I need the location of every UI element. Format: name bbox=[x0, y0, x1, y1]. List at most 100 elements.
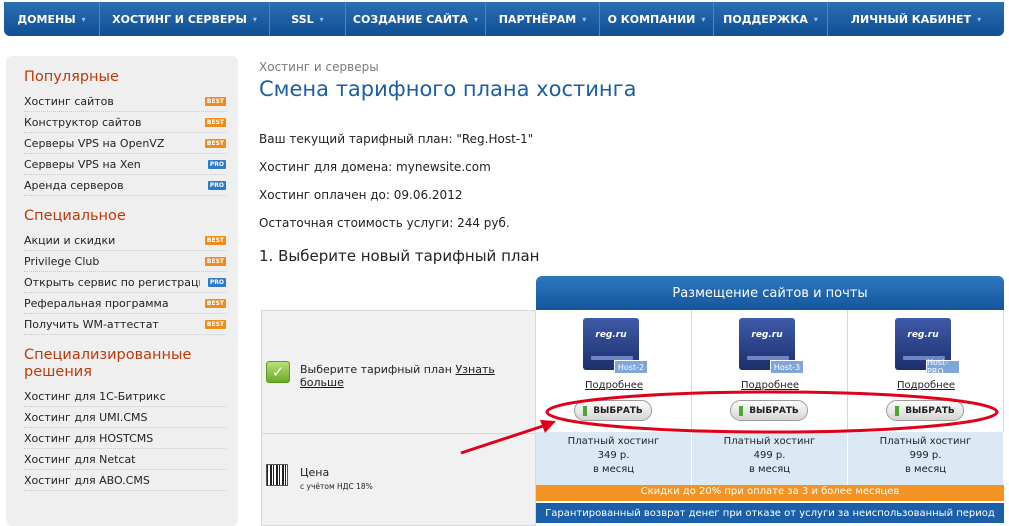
plan-kind: Платный хостинг bbox=[879, 436, 972, 447]
sidebar-item-label: Хостинг для ABO.CMS bbox=[24, 473, 150, 487]
sidebar-item-label: Акции и скидки bbox=[24, 233, 116, 247]
sidebar-item[interactable]: Хостинг для ABO.CMS bbox=[24, 470, 226, 491]
plan-column: reg.ru Host-2 Подробнее ВЫБРАТЬ bbox=[536, 310, 692, 432]
chevron-down-icon: ▾ bbox=[813, 14, 818, 24]
plans-header: Размещение сайтов и почты bbox=[536, 276, 1004, 310]
nav-item-7[interactable]: ЛИЧНЫЙ КАБИНЕТ ▾ bbox=[828, 2, 1004, 36]
nav-item-label: ПОДДЕРЖКА bbox=[723, 12, 808, 26]
indicator-icon bbox=[739, 405, 744, 416]
select-plan-button[interactable]: ВЫБРАТЬ bbox=[730, 400, 808, 421]
sidebar-item-label: Серверы VPS на OpenVZ bbox=[24, 136, 165, 150]
indicator-icon bbox=[895, 405, 900, 416]
indicator-icon bbox=[583, 405, 588, 416]
sidebar-item[interactable]: Аренда серверов PRO bbox=[24, 175, 226, 196]
sidebar-item-label: Получить WM-аттестат bbox=[24, 317, 159, 331]
plan-kind: Платный хостинг bbox=[723, 436, 816, 447]
button-label: ВЫБРАТЬ bbox=[593, 405, 643, 416]
choose-plan-label: Выберите тарифный план Узнать больше bbox=[300, 363, 495, 389]
nav-item-label: SSL bbox=[291, 12, 314, 26]
sidebar-item[interactable]: Хостинг для UMI.CMS bbox=[24, 407, 226, 428]
sidebar-item[interactable]: Открыть сервис по регистрации PRO bbox=[24, 272, 226, 293]
sidebar-item-label: Хостинг для 1С-Битрикс bbox=[24, 389, 166, 403]
step-heading: 1. Выберите новый тарифный план bbox=[259, 247, 540, 265]
sidebar-item-label: Privilege Club bbox=[24, 254, 100, 268]
nav-item-6[interactable]: ПОДДЕРЖКА ▾ bbox=[714, 2, 828, 36]
sidebar-item-label: Реферальная программа bbox=[24, 296, 169, 310]
sidebar-item[interactable]: Реферальная программа BEST bbox=[24, 293, 226, 314]
sidebar-item[interactable]: Акции и скидки BEST bbox=[24, 230, 226, 251]
sidebar-item[interactable]: Privilege Club BEST bbox=[24, 251, 226, 272]
plans-label-column: ✓ Выберите тарифный план Узнать больше Ц… bbox=[261, 310, 537, 526]
chevron-down-icon: ▾ bbox=[474, 14, 479, 24]
select-plan-button[interactable]: ВЫБРАТЬ bbox=[886, 400, 964, 421]
checkmark-icon: ✓ bbox=[266, 361, 290, 383]
chevron-down-icon: ▾ bbox=[701, 14, 706, 24]
badge-icon: BEST bbox=[204, 256, 226, 266]
sidebar-group: Специальное Акции и скидки BEST Privilege C… bbox=[24, 208, 226, 335]
plan-details-link[interactable]: Подробнее bbox=[692, 380, 848, 391]
plan-kind: Платный хостинг bbox=[567, 436, 660, 447]
button-label: ВЫБРАТЬ bbox=[905, 405, 955, 416]
sidebar-item-label: Хостинг сайтов bbox=[24, 94, 114, 108]
badge-icon: BEST bbox=[204, 298, 226, 308]
plans-table: Размещение сайтов и почты ✓ Выберите тар… bbox=[261, 276, 1004, 526]
sidebar-item[interactable]: Хостинг для HOSTCMS bbox=[24, 428, 226, 449]
nav-item-5[interactable]: О КОМПАНИИ ▾ bbox=[600, 2, 714, 36]
nav-item-1[interactable]: ХОСТИНГ И СЕРВЕРЫ ▾ bbox=[100, 2, 270, 36]
sidebar-group-title: Специализированные решения bbox=[24, 347, 192, 380]
breadcrumb[interactable]: Хостинг и серверы bbox=[259, 60, 1009, 75]
sidebar: Популярные Хостинг сайтов BEST Конструктор … bbox=[6, 56, 238, 526]
barcode-icon bbox=[266, 464, 288, 486]
plan-period: в месяц bbox=[592, 464, 635, 475]
sidebar-item[interactable]: Хостинг для 1С-Битрикс bbox=[24, 386, 226, 407]
sidebar-item[interactable]: Хостинг для Netcat bbox=[24, 449, 226, 470]
paid-until-text: Хостинг оплачен до: 09.06.2012 bbox=[259, 188, 463, 202]
main-content: Хостинг и серверы Смена тарифного плана … bbox=[259, 60, 1009, 265]
plan-price: 349 р. bbox=[597, 450, 630, 461]
sidebar-item-label: Аренда серверов bbox=[24, 178, 124, 192]
plan-column: reg.ru Host-PRO Подробнее ВЫБРАТЬ bbox=[848, 310, 1004, 432]
nav-item-3[interactable]: СОЗДАНИЕ САЙТА ▾ bbox=[346, 2, 486, 36]
plan-price: 999 р. bbox=[909, 450, 942, 461]
nav-item-label: О КОМПАНИИ bbox=[607, 12, 696, 26]
nav-item-0[interactable]: ДОМЕНЫ ▾ bbox=[4, 2, 100, 36]
sidebar-item-label: Конструктор сайтов bbox=[24, 115, 142, 129]
guarantee-banner: Гарантированный возврат денег при отказе… bbox=[536, 503, 1004, 523]
price-label: Цена bbox=[300, 466, 330, 479]
price-vat-note: с учётом НДС 18% bbox=[300, 482, 373, 491]
badge-icon: PRO bbox=[207, 277, 226, 287]
chevron-down-icon: ▾ bbox=[977, 14, 982, 24]
plan-tag: Host-3 bbox=[770, 360, 804, 374]
badge-icon: BEST bbox=[204, 235, 226, 245]
top-navigation: ДОМЕНЫ ▾ ХОСТИНГ И СЕРВЕРЫ ▾ SSL ▾ СОЗДАНИЕ СА… bbox=[4, 2, 1004, 36]
sidebar-group-title: Популярные bbox=[24, 69, 119, 85]
nav-item-4[interactable]: ПАРТНЁРАМ ▾ bbox=[486, 2, 600, 36]
chevron-down-icon: ▾ bbox=[319, 14, 324, 24]
chevron-down-icon: ▾ bbox=[582, 14, 587, 24]
sidebar-item-label: Хостинг для UMI.CMS bbox=[24, 410, 148, 424]
nav-item-label: СОЗДАНИЕ САЙТА bbox=[352, 12, 469, 26]
badge-icon: BEST bbox=[204, 96, 226, 106]
sidebar-item-label: Хостинг для Netcat bbox=[24, 452, 136, 466]
sidebar-item[interactable]: Серверы VPS на Xen PRO bbox=[24, 154, 226, 175]
badge-icon: BEST bbox=[204, 319, 226, 329]
plan-details-link[interactable]: Подробнее bbox=[848, 380, 1004, 391]
sidebar-item-label: Открыть сервис по регистрации bbox=[24, 275, 200, 289]
plan-column: reg.ru Host-3 Подробнее ВЫБРАТЬ bbox=[692, 310, 848, 432]
select-plan-button[interactable]: ВЫБРАТЬ bbox=[574, 400, 652, 421]
sidebar-item[interactable]: Серверы VPS на OpenVZ BEST bbox=[24, 133, 226, 154]
plan-tag: Host-PRO bbox=[926, 358, 960, 376]
price-cell: Платный хостинг 499 р. в месяц bbox=[692, 432, 848, 485]
nav-item-2[interactable]: SSL ▾ bbox=[270, 2, 346, 36]
plan-details-link[interactable]: Подробнее bbox=[536, 380, 692, 391]
sidebar-item-label: Серверы VPS на Xen bbox=[24, 157, 141, 171]
sidebar-item[interactable]: Получить WM-аттестат BEST bbox=[24, 314, 226, 335]
nav-item-label: ПАРТНЁРАМ bbox=[498, 12, 577, 26]
domain-text: Хостинг для домена: mynewsite.com bbox=[259, 160, 491, 174]
residual-cost-text: Остаточная стоимость услуги: 244 руб. bbox=[259, 216, 510, 230]
logo-text: reg.ru bbox=[595, 330, 627, 340]
sidebar-group-title: Специальное bbox=[24, 208, 126, 224]
sidebar-item[interactable]: Хостинг сайтов BEST bbox=[24, 91, 226, 112]
page-title: Смена тарифного плана хостинга bbox=[259, 77, 637, 101]
sidebar-item[interactable]: Конструктор сайтов BEST bbox=[24, 112, 226, 133]
